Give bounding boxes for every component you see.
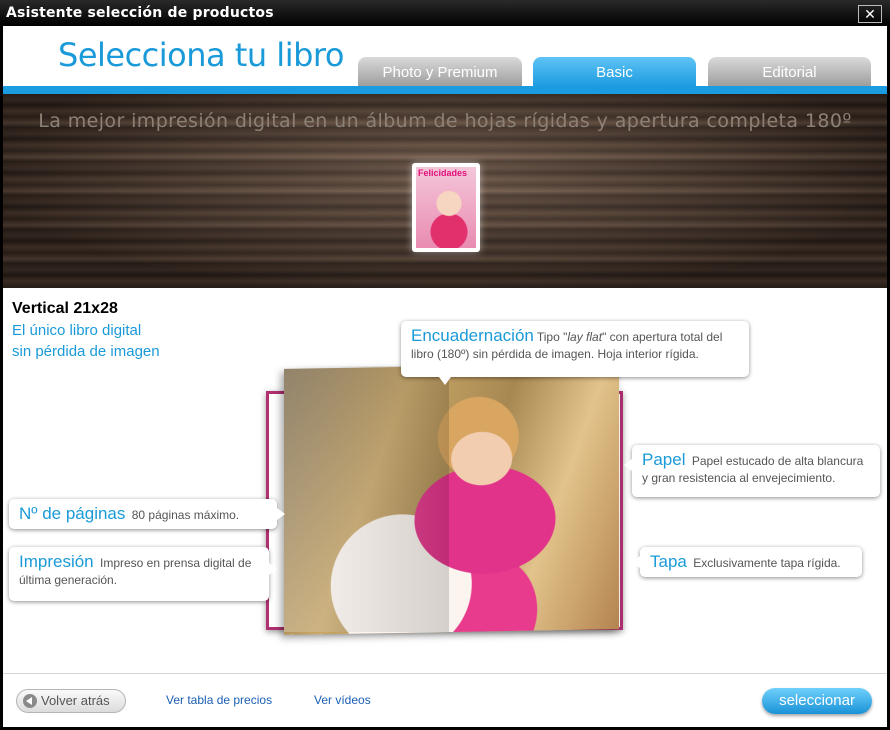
product-description-line: El único libro digital [12,322,142,339]
select-button[interactable]: seleccionar [762,688,872,714]
close-icon[interactable]: ✕ [858,5,882,23]
callout-heading: Encuadernación [411,326,534,345]
back-button-label: Volver atrás [41,693,110,708]
callout-text: Tipo " [536,330,568,344]
callout-encuadernacion: Encuadernación Tipo "lay flat" con apertu… [401,321,749,385]
callout-papel: Papel Papel estucado de alta blancura y … [624,445,880,497]
title-bar: Asistente selección de productos ✕ [0,0,890,26]
callout-impresion: Impresión Impreso en prensa digital de ú… [9,547,277,601]
tab-photo-premium[interactable]: Photo y Premium [358,57,522,87]
callout-heading: Impresión [19,552,94,571]
header: Selecciona tu libro Photo y Premium Basi… [3,26,887,94]
back-button[interactable]: Volver atrás [16,689,126,713]
callout-heading: Tapa [650,552,687,571]
book-photo [284,363,619,635]
footer-divider [3,673,887,674]
tab-basic[interactable]: Basic [533,57,696,87]
main-content: Selecciona tu libro Photo y Premium Basi… [3,26,887,727]
callout-text: Exclusivamente tapa rígida. [693,556,841,570]
arrow-left-icon [23,694,37,708]
product-description: El único libro digital sin pérdida de im… [12,320,212,362]
callout-paginas: Nº de páginas 80 páginas máximo. [9,499,285,529]
tab-bar-divider [3,86,887,94]
book-thumbnail[interactable]: Felicidades [412,163,480,252]
callout-text-italic: lay flat [567,330,603,344]
price-table-link[interactable]: Ver tabla de precios [166,693,272,707]
callout-text: 80 páginas máximo. [131,508,240,522]
product-banner: La mejor impresión digital en un álbum d… [3,94,887,288]
window-title: Asistente selección de productos [6,5,274,21]
product-description-line: sin pérdida de imagen [12,343,160,360]
callout-tapa: Tapa Exclusivamente tapa rígida. [632,547,862,577]
book-cover-image: Felicidades [416,167,476,248]
app-window: Asistente selección de productos ✕ Selec… [0,0,890,730]
callout-heading: Nº de páginas [19,504,126,523]
tab-editorial[interactable]: Editorial [708,57,871,87]
banner-tagline: La mejor impresión digital en un álbum d… [38,110,852,132]
videos-link[interactable]: Ver vídeos [314,693,371,707]
product-name: Vertical 21x28 [12,300,118,317]
page-title: Selecciona tu libro [58,36,344,74]
cover-title: Felicidades [418,168,468,178]
callout-heading: Papel [642,450,686,469]
